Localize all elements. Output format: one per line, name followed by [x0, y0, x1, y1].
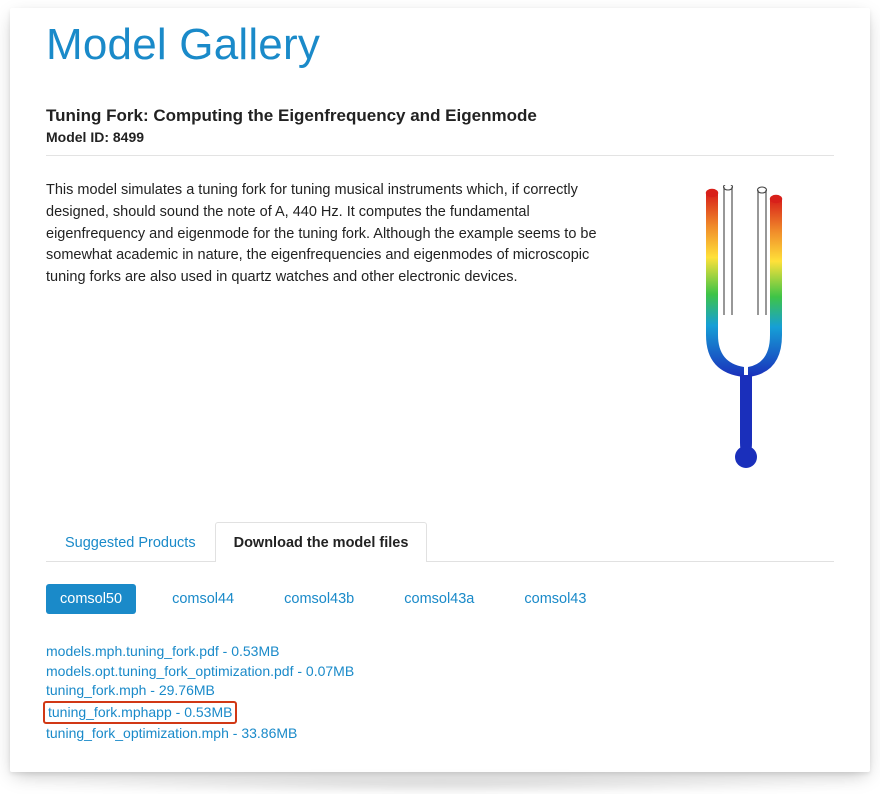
version-comsol50[interactable]: comsol50	[46, 584, 136, 614]
tabs: Suggested Products Download the model fi…	[46, 522, 834, 562]
tuning-fork-icon	[674, 185, 814, 475]
version-comsol43a[interactable]: comsol43a	[390, 584, 488, 614]
model-title: Tuning Fork: Computing the Eigenfrequenc…	[46, 106, 834, 126]
page-title: Model Gallery	[46, 20, 834, 70]
version-tabs: comsol50 comsol44 comsol43b comsol43a co…	[46, 584, 834, 614]
version-comsol44[interactable]: comsol44	[158, 584, 248, 614]
model-thumbnail	[654, 180, 834, 480]
file-link-highlighted[interactable]: tuning_fork.mphapp - 0.53MB	[48, 704, 232, 720]
decorative-shadow	[10, 774, 870, 794]
tab-suggested-products[interactable]: Suggested Products	[46, 522, 215, 561]
version-comsol43b[interactable]: comsol43b	[270, 584, 368, 614]
model-id: Model ID: 8499	[46, 129, 834, 156]
model-description: This model simulates a tuning fork for t…	[46, 180, 626, 480]
version-comsol43[interactable]: comsol43	[510, 584, 600, 614]
file-link[interactable]: tuning_fork.mph - 29.76MB	[46, 681, 834, 701]
file-list: models.mph.tuning_fork.pdf - 0.53MB mode…	[46, 642, 834, 744]
file-link[interactable]: models.mph.tuning_fork.pdf - 0.53MB	[46, 642, 834, 662]
tab-download-files[interactable]: Download the model files	[215, 522, 428, 562]
file-link[interactable]: tuning_fork_optimization.mph - 33.86MB	[46, 724, 834, 744]
file-link[interactable]: models.opt.tuning_fork_optimization.pdf …	[46, 662, 834, 682]
